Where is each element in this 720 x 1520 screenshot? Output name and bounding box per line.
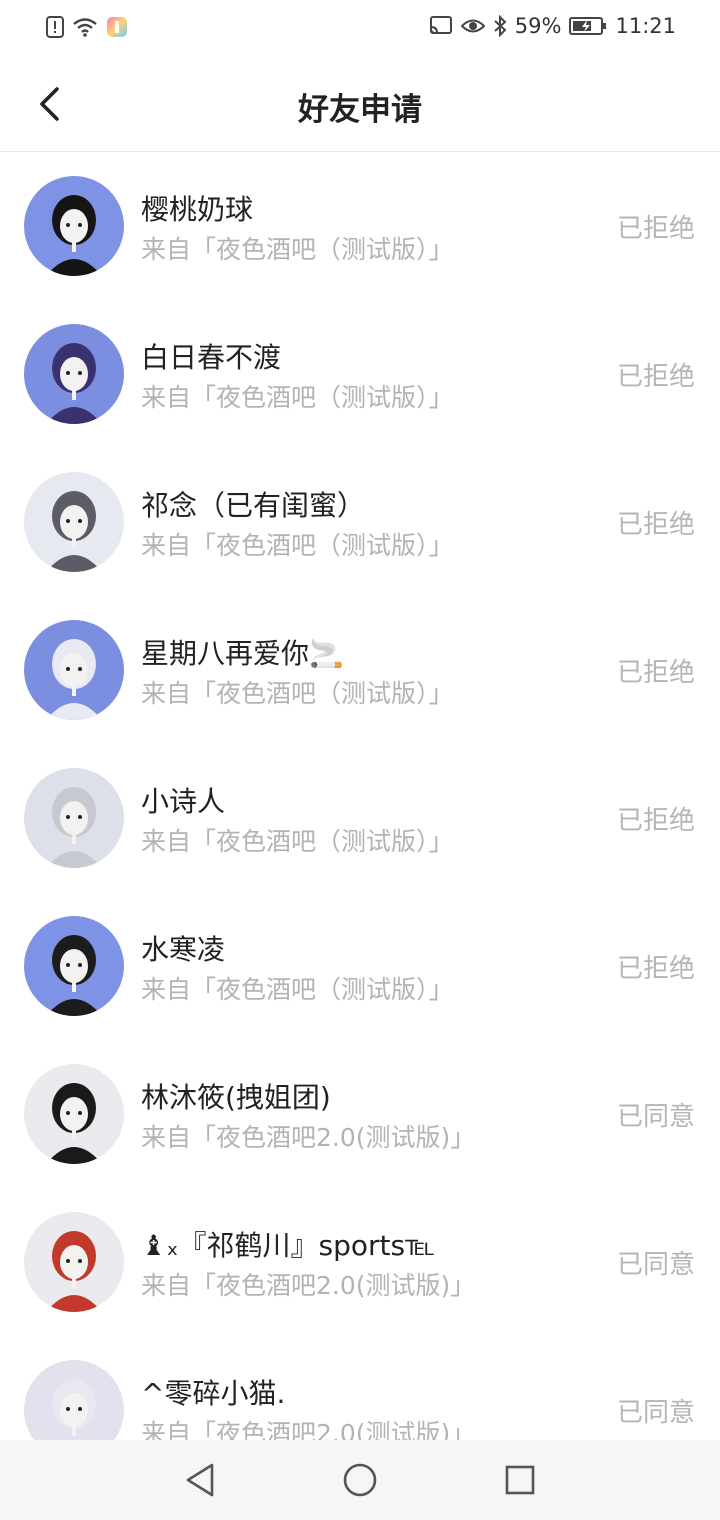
page-title: 好友申请 bbox=[298, 92, 422, 128]
friend-request-row[interactable]: 林沐筱(拽姐团) 来自「夜色酒吧2.0(测试版)」 已同意 bbox=[0, 1040, 720, 1188]
avatar-illustration-icon bbox=[24, 176, 124, 276]
recents-square-icon bbox=[505, 1465, 535, 1495]
friend-request-row[interactable]: 白日春不渡来自「夜色酒吧（测试版）」 已拒绝 bbox=[0, 300, 720, 448]
avatar[interactable] bbox=[24, 472, 124, 572]
request-name: 小诗人 bbox=[141, 785, 226, 818]
friend-request-row[interactable]: ^零碎小猫. 来自「夜色酒吧2.0(测试版)」 已同意 bbox=[0, 1336, 720, 1440]
request-name: 樱桃奶球 bbox=[141, 193, 254, 226]
request-source: 来自「夜色酒吧（测试版）」 bbox=[141, 531, 454, 560]
back-triangle-icon bbox=[186, 1463, 214, 1497]
bluetooth-icon bbox=[493, 15, 507, 37]
request-source: 来自「夜色酒吧（测试版）」 bbox=[141, 383, 454, 412]
nav-recents-button[interactable] bbox=[498, 1458, 542, 1502]
alert-icon bbox=[46, 16, 64, 38]
wifi-icon bbox=[72, 16, 98, 38]
avatar-illustration-icon bbox=[24, 324, 124, 424]
avatar-illustration-icon bbox=[24, 916, 124, 1016]
app-header: 好友申请 bbox=[0, 56, 720, 152]
request-status: 已同意 bbox=[616, 1398, 695, 1428]
avatar[interactable] bbox=[24, 176, 124, 276]
request-source: 来自「夜色酒吧（测试版）」 bbox=[141, 235, 454, 264]
friend-request-row[interactable]: 小诗人来自「夜色酒吧（测试版）」 已拒绝 bbox=[0, 744, 720, 892]
friend-request-list[interactable]: 樱桃奶球 来自「夜色酒吧（测试版）」 已拒绝 白日春不渡 来自「夜色酒吧（测试版）」 已拒… bbox=[0, 152, 720, 1440]
system-nav-bar bbox=[0, 1440, 720, 1520]
request-status: 已拒绝 bbox=[616, 510, 695, 540]
request-source: 来自「夜色酒吧2.0(测试版)」 bbox=[141, 1271, 476, 1300]
avatar[interactable] bbox=[24, 1064, 124, 1164]
request-source: 来自「夜色酒吧2.0(测试版)」 bbox=[141, 1123, 476, 1152]
app-notification-icon bbox=[106, 16, 128, 38]
cast-icon bbox=[429, 16, 453, 36]
request-name: 水寒凌 bbox=[141, 933, 226, 966]
avatar[interactable] bbox=[24, 768, 124, 868]
request-name: ♝ₓ『祁鹤川』sports℡ bbox=[141, 1229, 436, 1262]
request-status: 已同意 bbox=[616, 1102, 695, 1132]
avatar-illustration-icon bbox=[24, 1064, 124, 1164]
request-source: 来自「夜色酒吧2.0(测试版)」 bbox=[141, 1419, 476, 1440]
nav-back-button[interactable] bbox=[178, 1458, 222, 1502]
request-status: 已拒绝 bbox=[616, 214, 695, 244]
request-name: 白日春不渡 bbox=[141, 341, 282, 374]
avatar-illustration-icon bbox=[24, 472, 124, 572]
clock-time: 11:21 bbox=[615, 14, 676, 38]
battery-icon bbox=[569, 16, 607, 36]
avatar-illustration-icon bbox=[24, 1212, 124, 1312]
avatar[interactable] bbox=[24, 1360, 124, 1440]
friend-request-row[interactable]: 樱桃奶球来自「夜色酒吧（测试版）」 已拒绝 bbox=[0, 152, 720, 300]
avatar[interactable] bbox=[24, 620, 124, 720]
request-status: 已拒绝 bbox=[616, 806, 695, 836]
avatar[interactable] bbox=[24, 916, 124, 1016]
home-circle-icon bbox=[343, 1463, 377, 1497]
avatar-illustration-icon bbox=[24, 620, 124, 720]
status-bar: 59% 11:21 bbox=[0, 0, 720, 56]
request-source: 来自「夜色酒吧（测试版）」 bbox=[141, 679, 454, 708]
request-status: 已拒绝 bbox=[616, 658, 695, 688]
nav-home-button[interactable] bbox=[338, 1458, 382, 1502]
friend-request-row[interactable]: 祁念（已有闺蜜） 来自「夜色酒吧（测试版）」 已拒绝 bbox=[0, 448, 720, 596]
request-status: 已拒绝 bbox=[616, 954, 695, 984]
request-status: 已同意 bbox=[616, 1250, 695, 1280]
status-bar-left bbox=[46, 16, 128, 38]
request-source: 来自「夜色酒吧（测试版）」 bbox=[141, 827, 454, 856]
request-name: ^零碎小猫. bbox=[141, 1377, 286, 1410]
avatar-illustration-icon bbox=[24, 768, 124, 868]
friend-request-row[interactable]: ♝ₓ『祁鹤川』sports℡ 来自「夜色酒吧2.0(测试版)」 已同意 bbox=[0, 1188, 720, 1336]
battery-percentage: 59% bbox=[514, 14, 562, 38]
avatar[interactable] bbox=[24, 324, 124, 424]
avatar-illustration-icon bbox=[24, 1360, 124, 1440]
request-source: 来自「夜色酒吧（测试版）」 bbox=[141, 975, 454, 1004]
request-name: 星期八再爱你🚬 bbox=[141, 637, 344, 670]
friend-request-row[interactable]: 星期八再爱你🚬 来自「夜色酒吧（测试版）」 已拒绝 bbox=[0, 596, 720, 744]
friend-request-row[interactable]: 水寒凌来自「夜色酒吧（测试版）」 已拒绝 bbox=[0, 892, 720, 1040]
request-status: 已拒绝 bbox=[616, 362, 695, 392]
request-name: 林沐筱(拽姐团) bbox=[141, 1081, 331, 1114]
status-bar-right: 59% 11:21 bbox=[429, 14, 676, 38]
avatar[interactable] bbox=[24, 1212, 124, 1312]
request-name: 祁念（已有闺蜜） bbox=[141, 489, 366, 522]
eye-icon bbox=[460, 17, 485, 35]
